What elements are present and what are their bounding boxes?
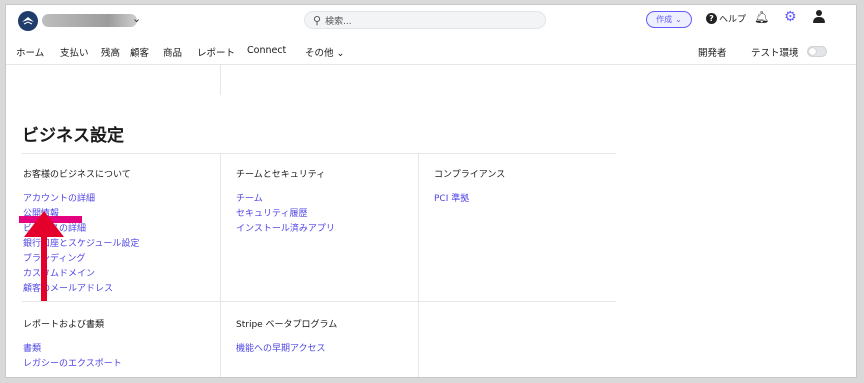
chevron-down-icon: ⌄ — [675, 15, 682, 24]
account-name-redacted[interactable] — [42, 14, 137, 27]
divider — [418, 153, 419, 377]
link-installed-apps[interactable]: インストール済みアプリ — [236, 221, 335, 234]
nav-item-developers[interactable]: 開発者 — [698, 45, 727, 59]
user-icon[interactable] — [812, 10, 826, 24]
link-security-history[interactable]: セキュリティ履歴 — [236, 206, 307, 219]
nav-item-balances[interactable]: 残高 — [101, 45, 120, 59]
app-window: ⌄ ⚲ 検索... 作成 ⌄ ? ヘルプ 🔔︎ ⚙ ホーム 支払い 残高 顧客 … — [6, 5, 856, 377]
link-documents[interactable]: 書類 — [23, 341, 41, 354]
nav-item-payments[interactable]: 支払い — [60, 45, 89, 59]
section-title-business: お客様のビジネスについて — [23, 170, 131, 180]
nav-item-more[interactable]: その他 ⌄ — [305, 45, 345, 59]
divider — [22, 153, 616, 154]
divider — [22, 301, 616, 302]
account-logo-icon[interactable] — [18, 11, 38, 31]
chevron-down-icon: ⌄ — [336, 48, 345, 59]
gear-icon[interactable]: ⚙ — [784, 9, 797, 25]
link-account-details[interactable]: アカウントの詳細 — [23, 191, 95, 204]
search-placeholder: 検索... — [325, 16, 352, 27]
top-bar: ⌄ ⚲ 検索... 作成 ⌄ ? ヘルプ 🔔︎ ⚙ — [6, 5, 856, 35]
link-legacy-exports[interactable]: レガシーのエクスポート — [23, 356, 122, 369]
nav-item-connect[interactable]: Connect — [247, 45, 286, 56]
section-title-beta-programs: Stripe ベータプログラム — [236, 320, 338, 330]
help-icon: ? — [706, 13, 717, 24]
search-icon: ⚲ — [313, 13, 322, 27]
nav-item-home[interactable]: ホーム — [16, 45, 44, 59]
settings-grid: お客様のビジネスについて アカウントの詳細 公開情報 ビジネスの詳細 銀行口座と… — [22, 153, 616, 377]
create-label: 作成 — [656, 15, 673, 24]
test-mode-label: テスト環境 — [751, 48, 799, 59]
section-title-compliance: コンプライアンス — [434, 170, 506, 180]
nav-item-customers[interactable]: 顧客 — [130, 45, 149, 59]
section-title-reports-documents: レポートおよび書類 — [23, 320, 105, 330]
link-team[interactable]: チーム — [236, 191, 263, 204]
chevron-down-icon[interactable]: ⌄ — [132, 12, 141, 25]
bell-icon[interactable]: 🔔︎ — [754, 10, 769, 24]
section-title-team-security: チームとセキュリティ — [236, 170, 326, 180]
link-early-access[interactable]: 機能への早期アクセス — [236, 341, 326, 354]
link-branding[interactable]: ブランディング — [23, 251, 85, 264]
search-input[interactable]: ⚲ 検索... — [304, 11, 546, 29]
nav-item-products[interactable]: 商品 — [163, 45, 182, 59]
divider — [220, 65, 221, 95]
help-button[interactable]: ? ヘルプ — [706, 12, 746, 25]
main-nav: ホーム 支払い 残高 顧客 商品 レポート Connect その他 ⌄ 開発者 … — [6, 37, 856, 65]
page-title: ビジネス設定 — [22, 126, 124, 146]
divider — [220, 153, 221, 377]
link-customer-emails[interactable]: 顧客のメールアドレス — [23, 281, 113, 294]
create-button[interactable]: 作成 ⌄ — [646, 11, 692, 28]
test-mode-toggle[interactable] — [807, 46, 827, 57]
help-label: ヘルプ — [719, 15, 747, 25]
nav-item-reports[interactable]: レポート — [197, 45, 235, 59]
annotation-arrow-head-icon — [24, 211, 64, 237]
link-pci-compliance[interactable]: PCI 準拠 — [434, 191, 469, 204]
link-custom-domains[interactable]: カスタムドメイン — [23, 266, 95, 279]
